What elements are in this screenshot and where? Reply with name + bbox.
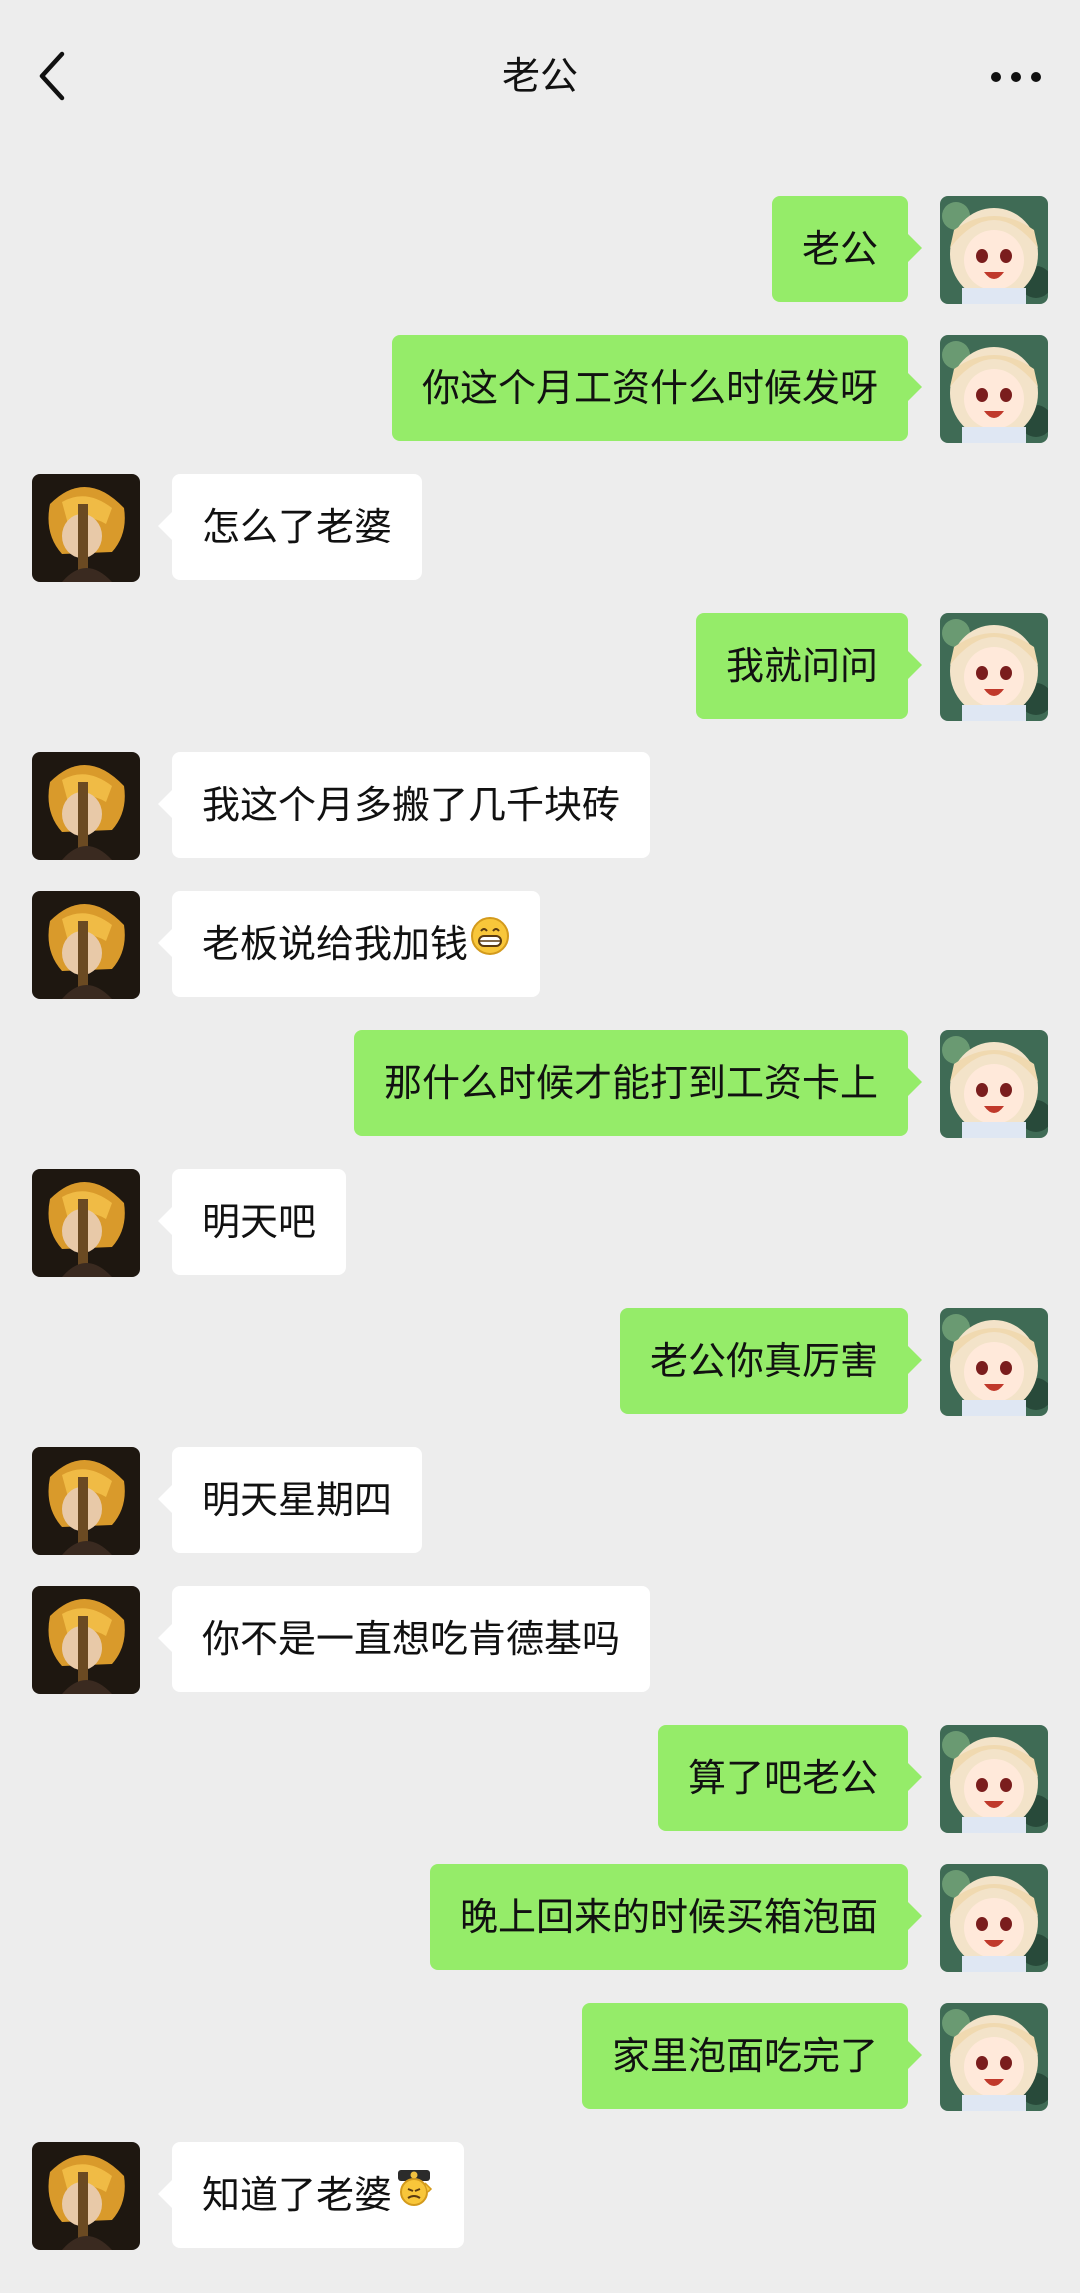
message-bubble[interactable]: 明天吧	[157, 1169, 347, 1275]
message-bubble[interactable]: 老板说给我加钱	[157, 890, 541, 997]
message-text: 家里泡面吃完了	[611, 2034, 878, 2078]
outgoing-message: 你这个月工资什么时候发呀	[0, 335, 1080, 474]
chat-title: 老公	[501, 54, 578, 98]
my-avatar[interactable]	[940, 196, 1048, 304]
message-bubble[interactable]: 你不是一直想吃肯德基吗	[157, 1586, 651, 1692]
message-bubble[interactable]: 那什么时候才能打到工资卡上	[353, 1030, 923, 1136]
message-text: 你不是一直想吃肯德基吗	[202, 1617, 621, 1661]
outgoing-message: 晚上回来的时候买箱泡面	[0, 1864, 1080, 2003]
outgoing-message: 老公你真厉害	[0, 1308, 1080, 1447]
contact-avatar[interactable]	[32, 2142, 140, 2250]
outgoing-message: 那什么时候才能打到工资卡上	[0, 1030, 1080, 1169]
message-list[interactable]: 老公 你这个月工资什么时候发呀 怎么了老婆 我就问问 我这个月多搬了几千块砖 老…	[0, 196, 1080, 2281]
contact-avatar[interactable]	[32, 1447, 140, 1555]
message-bubble[interactable]: 家里泡面吃完了	[581, 2003, 923, 2109]
incoming-message: 知道了老婆	[0, 2142, 1080, 2281]
contact-avatar[interactable]	[32, 752, 140, 860]
message-text: 晚上回来的时候买箱泡面	[459, 1895, 878, 1939]
outgoing-message: 老公	[0, 196, 1080, 335]
message-bubble[interactable]: 我就问问	[695, 613, 923, 719]
message-bubble[interactable]: 晚上回来的时候买箱泡面	[429, 1864, 923, 1970]
my-avatar[interactable]	[940, 335, 1048, 443]
message-text: 怎么了老婆	[202, 505, 393, 549]
message-text: 老板说给我加钱	[202, 922, 469, 966]
message-text: 我就问问	[725, 644, 878, 688]
message-bubble[interactable]: 我这个月多搬了几千块砖	[157, 752, 651, 858]
message-text: 算了吧老公	[687, 1756, 878, 1800]
outgoing-message: 算了吧老公	[0, 1725, 1080, 1864]
contact-avatar[interactable]	[32, 1586, 140, 1694]
incoming-message: 我这个月多搬了几千块砖	[0, 752, 1080, 891]
message-text: 知道了老婆	[202, 2173, 393, 2217]
incoming-message: 明天吧	[0, 1169, 1080, 1308]
message-bubble[interactable]: 知道了老婆	[157, 2141, 465, 2248]
contact-avatar[interactable]	[32, 474, 140, 582]
incoming-message: 你不是一直想吃肯德基吗	[0, 1586, 1080, 1725]
my-avatar[interactable]	[940, 613, 1048, 721]
message-bubble[interactable]: 老公	[771, 196, 923, 302]
message-text: 明天星期四	[202, 1478, 393, 1522]
outgoing-message: 我就问问	[0, 613, 1080, 752]
top-bar: 老公	[0, 0, 1080, 150]
incoming-message: 老板说给我加钱	[0, 891, 1080, 1030]
message-text: 你这个月工资什么时候发呀	[421, 366, 878, 410]
grin-emoji-icon	[470, 890, 510, 996]
message-text: 老公你真厉害	[649, 1339, 878, 1383]
contact-avatar[interactable]	[32, 891, 140, 999]
my-avatar[interactable]	[940, 1725, 1048, 1833]
incoming-message: 明天星期四	[0, 1447, 1080, 1586]
message-text: 那什么时候才能打到工资卡上	[383, 1061, 878, 1105]
contact-avatar[interactable]	[32, 1169, 140, 1277]
incoming-message: 怎么了老婆	[0, 474, 1080, 613]
my-avatar[interactable]	[940, 1864, 1048, 1972]
message-bubble[interactable]: 明天星期四	[157, 1447, 423, 1553]
my-avatar[interactable]	[940, 1030, 1048, 1138]
message-bubble[interactable]: 怎么了老婆	[157, 474, 423, 580]
message-text: 我这个月多搬了几千块砖	[202, 783, 621, 827]
message-bubble[interactable]: 你这个月工资什么时候发呀	[391, 335, 923, 441]
my-avatar[interactable]	[940, 2003, 1048, 2111]
more-dots-icon	[991, 72, 1041, 82]
my-avatar[interactable]	[940, 1308, 1048, 1416]
message-bubble[interactable]: 算了吧老公	[657, 1725, 923, 1831]
message-text: 明天吧	[202, 1200, 317, 1244]
more-button[interactable]	[986, 52, 1046, 102]
outgoing-message: 家里泡面吃完了	[0, 2003, 1080, 2142]
message-text: 老公	[801, 227, 878, 271]
salute-emoji-icon	[394, 2141, 434, 2247]
message-bubble[interactable]: 老公你真厉害	[619, 1308, 923, 1414]
